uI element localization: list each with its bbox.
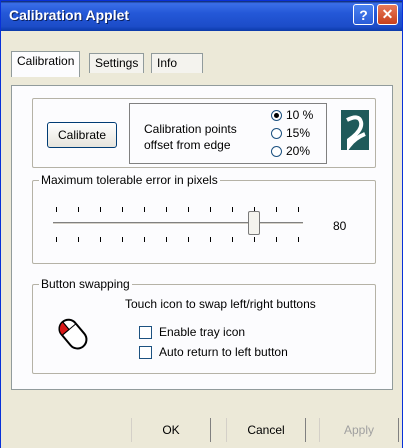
points-box: Calibration points offset from edge 10 %… — [129, 103, 327, 164]
dialog-button-bar: OK Cancel Apply — [1, 401, 402, 448]
radio-label-15: 15% — [286, 126, 311, 140]
tab-settings[interactable]: Settings — [89, 53, 145, 73]
tick — [144, 207, 145, 212]
tick — [210, 237, 211, 242]
tick — [122, 207, 123, 212]
close-button[interactable]: ✕ — [377, 4, 398, 25]
slider-thumb[interactable] — [248, 211, 260, 235]
apply-button[interactable]: Apply — [319, 418, 399, 442]
tick — [232, 237, 233, 242]
calibrate-button[interactable]: Calibrate — [47, 122, 117, 148]
error-group-title: Maximum tolerable error in pixels — [39, 173, 220, 187]
mouse-icon[interactable] — [55, 315, 95, 355]
tick — [166, 207, 167, 212]
radio-20[interactable]: 20% — [271, 144, 310, 158]
auto-return-checkbox[interactable]: Auto return to left button — [139, 345, 288, 359]
tick — [100, 237, 101, 242]
auto-return-box[interactable] — [139, 345, 152, 359]
calibration-window: Calibration Applet ? ✕ Calibration Setti… — [0, 0, 403, 448]
title-bar[interactable]: Calibration Applet ? ✕ — [1, 1, 402, 31]
tick — [166, 237, 167, 242]
radio-dot-15[interactable] — [271, 127, 282, 139]
swap-instruction: Touch icon to swap left/right buttons — [125, 297, 316, 311]
radio-10[interactable]: 10 % — [271, 108, 313, 122]
help-button[interactable]: ? — [353, 4, 374, 25]
calibration-group: Calibrate Calibration points offset from… — [32, 98, 376, 168]
tick — [56, 237, 57, 242]
tick — [254, 237, 255, 242]
slider-track[interactable] — [53, 222, 303, 225]
tick — [56, 207, 57, 212]
error-group: Maximum tolerable error in pixels 80 — [32, 173, 376, 264]
tab-calibration[interactable]: Calibration — [11, 51, 81, 77]
enable-tray-icon-box[interactable] — [139, 325, 152, 339]
radio-15[interactable]: 15% — [271, 126, 310, 140]
tick — [78, 237, 79, 242]
tick — [188, 237, 189, 242]
swap-group-title: Button swapping — [39, 277, 132, 291]
calibration-panel: Calibrate Calibration points offset from… — [11, 85, 393, 390]
radio-dot-20[interactable] — [271, 145, 282, 157]
tick — [188, 207, 189, 212]
tick — [276, 207, 277, 212]
tick — [298, 237, 299, 242]
tick — [78, 207, 79, 212]
tab-info[interactable]: Info — [151, 53, 203, 73]
auto-return-label: Auto return to left button — [159, 345, 288, 359]
cancel-button[interactable]: Cancel — [226, 418, 306, 442]
ok-button[interactable]: OK — [131, 418, 211, 442]
enable-tray-icon-checkbox[interactable]: Enable tray icon — [139, 325, 245, 339]
points-label-line1: Calibration points — [144, 122, 237, 136]
points-label-line2: offset from edge — [144, 138, 231, 152]
tick — [122, 237, 123, 242]
error-value: 80 — [333, 219, 347, 233]
tick — [298, 207, 299, 212]
window-title: Calibration Applet — [9, 7, 130, 23]
stylized-s-icon — [341, 110, 369, 150]
tick — [232, 207, 233, 212]
tick — [276, 237, 277, 242]
radio-label-20: 20% — [286, 144, 311, 158]
enable-tray-icon-label: Enable tray icon — [159, 325, 246, 339]
radio-dot-10[interactable] — [271, 109, 282, 121]
tick — [100, 207, 101, 212]
tick — [210, 207, 211, 212]
points-label: Calibration points offset from edge — [144, 121, 237, 153]
swap-group: Button swapping Touch icon to swap left/… — [32, 277, 376, 374]
tick — [144, 237, 145, 242]
radio-label-10: 10 % — [286, 108, 314, 122]
